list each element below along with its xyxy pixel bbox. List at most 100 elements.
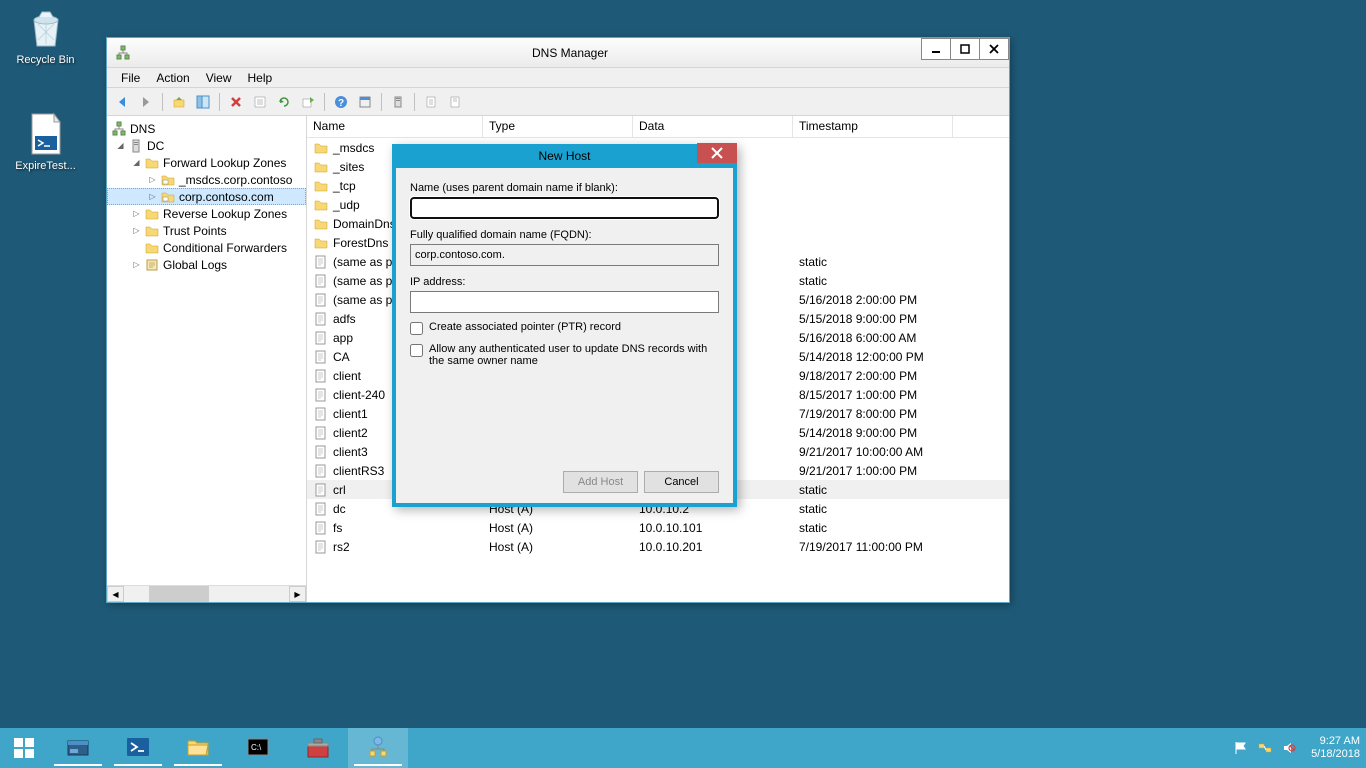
help-button[interactable]: ? <box>330 91 352 113</box>
tree-node-gl[interactable]: ▷ Global Logs <box>107 256 306 273</box>
cancel-button[interactable]: Cancel <box>644 471 719 493</box>
cell-timestamp: 7/19/2017 8:00:00 PM <box>793 406 993 422</box>
tree-toggle[interactable]: ▷ <box>131 225 142 236</box>
dialog-titlebar[interactable]: New Host <box>392 144 737 168</box>
filter-button[interactable] <box>444 91 466 113</box>
properties-button[interactable] <box>354 91 376 113</box>
app-icon <box>115 45 131 61</box>
tree-toggle[interactable]: ▷ <box>147 191 158 202</box>
tree-toggle[interactable]: ▷ <box>147 174 158 185</box>
tree-label: Reverse Lookup Zones <box>163 207 287 221</box>
tree-toggle[interactable]: ◢ <box>115 140 126 151</box>
refresh-icon-button[interactable] <box>273 91 295 113</box>
cell-name: (same as p <box>333 293 392 307</box>
cell-timestamp <box>793 204 993 206</box>
scroll-thumb[interactable] <box>149 586 209 602</box>
cell-name: client1 <box>333 407 368 421</box>
cell-name: client <box>333 369 361 383</box>
tree-node-dc[interactable]: ◢ DC <box>107 137 306 154</box>
ptr-label[interactable]: Create associated pointer (PTR) record <box>429 321 621 333</box>
cell-timestamp: static <box>793 273 993 289</box>
record-icon <box>313 273 329 289</box>
cell-name: client3 <box>333 445 368 459</box>
list-row[interactable]: fsHost (A)10.0.10.101static <box>307 518 1009 537</box>
ptr-checkbox[interactable] <box>410 322 423 335</box>
tree-node-rlz[interactable]: ▷ Reverse Lookup Zones <box>107 205 306 222</box>
new-button[interactable] <box>420 91 442 113</box>
column-name[interactable]: Name <box>307 116 483 137</box>
folder-icon <box>313 178 329 194</box>
close-button[interactable] <box>979 38 1009 60</box>
desktop-icon-label: ExpireTest... <box>8 160 83 172</box>
taskbar-dns-manager[interactable] <box>348 728 408 768</box>
refresh-button[interactable] <box>249 91 271 113</box>
server-button[interactable] <box>387 91 409 113</box>
taskbar-explorer[interactable] <box>168 728 228 768</box>
taskbar-server-manager[interactable] <box>48 728 108 768</box>
maximize-button[interactable] <box>950 38 980 60</box>
list-row[interactable]: rs2Host (A)10.0.10.2017/19/2017 11:00:00… <box>307 537 1009 556</box>
record-icon <box>313 463 329 479</box>
tray-network-icon[interactable] <box>1255 738 1275 758</box>
cell-timestamp: 8/15/2017 1:00:00 PM <box>793 387 993 403</box>
menu-help[interactable]: Help <box>240 69 281 87</box>
menu-action[interactable]: Action <box>148 69 197 87</box>
menu-view[interactable]: View <box>198 69 240 87</box>
up-button[interactable] <box>168 91 190 113</box>
record-icon <box>313 311 329 327</box>
tray-sound-icon[interactable] <box>1279 738 1299 758</box>
minimize-button[interactable] <box>921 38 951 60</box>
cell-timestamp <box>793 242 993 244</box>
folder-icon <box>313 140 329 156</box>
cell-name: dc <box>333 502 346 516</box>
forward-button[interactable] <box>135 91 157 113</box>
back-button[interactable] <box>111 91 133 113</box>
cell-timestamp: 9/21/2017 1:00:00 PM <box>793 463 993 479</box>
tree-pane[interactable]: DNS ◢ DC ◢ Forward Lookup Zones ▷ <box>107 116 307 602</box>
tray-time: 9:27 AM <box>1311 735 1360 748</box>
tree-node-corp[interactable]: ▷ corp.contoso.com <box>107 188 306 205</box>
tree-toggle[interactable]: ▷ <box>131 259 142 270</box>
column-type[interactable]: Type <box>483 116 633 137</box>
tree-node-flz[interactable]: ◢ Forward Lookup Zones <box>107 154 306 171</box>
tree-horizontal-scrollbar[interactable]: ◀ ▶ <box>107 585 306 602</box>
auth-label[interactable]: Allow any authenticated user to update D… <box>429 343 719 367</box>
ip-input[interactable] <box>410 291 719 313</box>
scroll-right-button[interactable]: ▶ <box>289 586 306 602</box>
folder-icon <box>313 197 329 213</box>
cell-timestamp: 9/21/2017 10:00:00 AM <box>793 444 993 460</box>
taskbar-powershell[interactable] <box>108 728 168 768</box>
start-button[interactable] <box>0 728 48 768</box>
server-icon <box>128 138 144 154</box>
tree-root-dns[interactable]: DNS <box>107 120 306 137</box>
tray-flag-icon[interactable] <box>1231 738 1251 758</box>
tree-toggle[interactable]: ▷ <box>131 208 142 219</box>
tree-node-tp[interactable]: ▷ Trust Points <box>107 222 306 239</box>
desktop-icon-script[interactable]: ExpireTest... <box>8 110 83 172</box>
column-data[interactable]: Data <box>633 116 793 137</box>
record-icon <box>313 539 329 555</box>
column-timestamp[interactable]: Timestamp <box>793 116 953 137</box>
delete-button[interactable] <box>225 91 247 113</box>
tree-toggle[interactable]: ◢ <box>131 157 142 168</box>
taskbar-cmd[interactable]: C:\ <box>228 728 288 768</box>
menu-file[interactable]: File <box>113 69 148 87</box>
ip-label: IP address: <box>410 276 719 288</box>
dialog-close-button[interactable] <box>697 143 737 163</box>
window-titlebar[interactable]: DNS Manager <box>107 38 1009 68</box>
folder-icon <box>313 216 329 232</box>
export-button[interactable] <box>297 91 319 113</box>
cell-timestamp <box>793 223 993 225</box>
scroll-left-button[interactable]: ◀ <box>107 586 124 602</box>
desktop-icon-recycle-bin[interactable]: Recycle Bin <box>8 4 83 66</box>
show-hide-button[interactable] <box>192 91 214 113</box>
name-input[interactable] <box>410 197 719 219</box>
taskbar-tools[interactable] <box>288 728 348 768</box>
taskbar-clock[interactable]: 9:27 AM 5/18/2018 <box>1311 735 1360 761</box>
auth-checkbox[interactable] <box>410 344 423 357</box>
tree-node-cf[interactable]: ▷ Conditional Forwarders <box>107 239 306 256</box>
tree-node-msdcs[interactable]: ▷ _msdcs.corp.contoso <box>107 171 306 188</box>
record-icon <box>313 482 329 498</box>
record-icon <box>313 425 329 441</box>
cell-timestamp: 9/18/2017 2:00:00 PM <box>793 368 993 384</box>
